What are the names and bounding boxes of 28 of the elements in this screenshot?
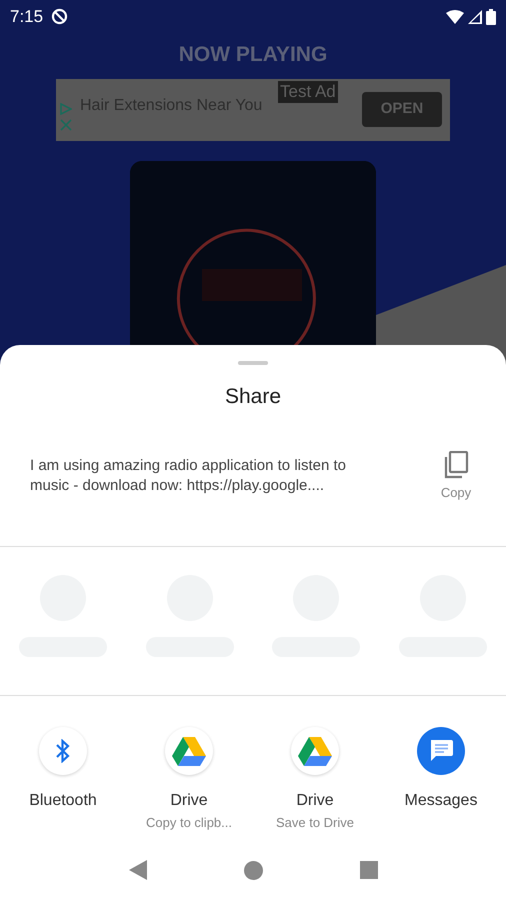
target-label: Messages: [404, 791, 478, 811]
bluetooth-icon: [39, 727, 87, 775]
clock: 7:15: [10, 6, 44, 28]
sync-off-icon: [51, 8, 68, 25]
battery-icon: [486, 8, 496, 24]
triangle-logo-icon: [291, 727, 339, 775]
share-target[interactable]: Drive Save to Drive: [252, 727, 378, 832]
share-target[interactable]: Drive Copy to clipb...: [126, 727, 252, 832]
wifi-icon: [446, 10, 464, 24]
target-label: Drive: [170, 791, 208, 811]
share-target[interactable]: Bluetooth: [0, 727, 126, 832]
copy-icon: [443, 450, 469, 478]
target-sublabel: Copy to clipb...: [146, 814, 232, 832]
sheet-title: Share: [224, 385, 282, 408]
copy-button[interactable]: Copy: [436, 450, 476, 502]
target-label: Bluetooth: [29, 791, 97, 811]
triangle-logo-icon: [165, 727, 213, 775]
share-target[interactable]: Messages: [378, 727, 504, 832]
ad-label: Test Ad: [278, 80, 338, 102]
recents-icon[interactable]: [360, 861, 378, 879]
screen-title: NOW PLAYING: [178, 43, 328, 66]
share-message: I am using amazing radio application to listen to music - download now: https://play.google....: [30, 456, 348, 496]
back-icon[interactable]: [128, 860, 146, 880]
signal-icon: [468, 10, 482, 24]
target-label: Drive: [296, 791, 334, 811]
home-icon[interactable]: [244, 860, 262, 880]
target-sublabel: Save to Drive: [276, 814, 354, 832]
chat-bubble-icon: [417, 727, 465, 775]
